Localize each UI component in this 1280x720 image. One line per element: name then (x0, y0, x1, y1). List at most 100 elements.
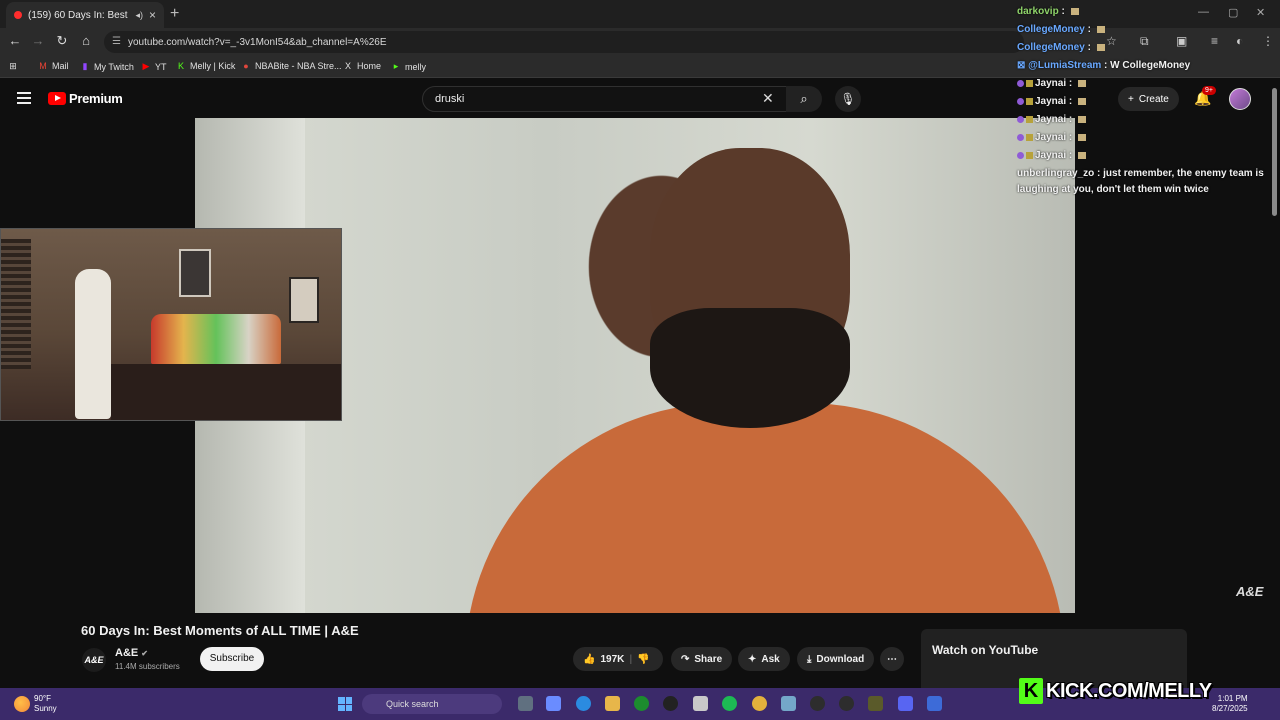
tab-title: (159) 60 Days In: Best Mom (28, 9, 129, 21)
more-actions-button[interactable]: ⋯ (880, 647, 904, 671)
clear-search-icon[interactable]: ✕ (762, 90, 774, 107)
url-text: youtube.com/watch?v=_-3v1MonI54&ab_chann… (128, 36, 387, 48)
desk (111, 364, 341, 420)
chat-message: darkovip : (1017, 6, 1079, 17)
more-icon: ⋯ (887, 653, 897, 665)
maximize-icon[interactable]: ▢ (1228, 6, 1238, 19)
screen: (159) 60 Days In: Best Mom ◂) × + — ▢ ✕ … (0, 0, 1280, 720)
hamburger-menu-icon[interactable] (17, 92, 31, 104)
chat-message: unberlingray_zo : just remember, the ene… (1017, 168, 1264, 195)
app-icon[interactable] (868, 696, 883, 711)
bookmark-nbabite[interactable]: ● NBABite - NBA Stre... (241, 61, 341, 71)
minimize-icon[interactable]: — (1198, 6, 1209, 18)
chat-message: Jaynai : (1017, 114, 1087, 125)
sub-badge-icon (1017, 115, 1024, 123)
media-controls-icon[interactable]: ≡ (1211, 34, 1218, 48)
discord-icon[interactable] (898, 696, 913, 711)
store-icon[interactable] (693, 696, 708, 711)
bookmark-melly-kick[interactable]: K Melly | Kick (176, 61, 235, 71)
emote-icon (1078, 115, 1087, 123)
app-icon[interactable] (781, 696, 796, 711)
xbox-icon[interactable] (634, 696, 649, 711)
profile-icon[interactable]: ◐ (1236, 34, 1243, 48)
page-scrollbar[interactable] (1272, 88, 1277, 216)
taskbar-search[interactable]: Quick search (362, 694, 502, 714)
search-button[interactable]: ⌕ (786, 86, 822, 112)
new-tab-icon[interactable]: + (170, 5, 179, 23)
bookmark-melly[interactable]: ▸ melly (391, 61, 426, 72)
search-input[interactable]: druski (422, 86, 788, 112)
address-bar[interactable]: ☰ youtube.com/watch?v=_-3v1MonI54&ab_cha… (104, 31, 1024, 53)
video-subject-beard (650, 308, 850, 428)
close-window-icon[interactable]: ✕ (1256, 6, 1265, 19)
close-tab-icon[interactable]: × (149, 8, 156, 22)
system-clock[interactable]: 1:01 PM 8/27/2025 (1212, 694, 1248, 714)
channel-name[interactable]: A&E ✔ (115, 647, 148, 659)
copilot-icon[interactable] (546, 696, 561, 711)
windows-start-icon[interactable] (338, 697, 352, 711)
spotify-icon[interactable] (722, 696, 737, 711)
voice-search-button[interactable]: 🎙 (835, 86, 861, 112)
app-icon[interactable] (839, 696, 854, 711)
crown-badge-icon (1026, 115, 1033, 123)
share-button[interactable]: ↷ Share (671, 647, 733, 671)
notification-count-badge: 9+ (1202, 86, 1216, 95)
chrome-icon[interactable] (752, 696, 767, 711)
obs-icon[interactable] (810, 696, 825, 711)
subscribe-button[interactable]: Subscribe (200, 647, 264, 671)
bookmark-home[interactable]: X Home (343, 61, 381, 71)
account-avatar[interactable] (1229, 88, 1251, 110)
emote-icon (1078, 133, 1087, 141)
wall-poster (289, 277, 319, 323)
weather-sun-icon[interactable] (14, 696, 30, 712)
plush-toys (151, 314, 281, 364)
task-view-icon[interactable] (518, 696, 533, 711)
forward-icon[interactable]: → (29, 33, 47, 48)
site-info-icon[interactable]: ☰ (112, 36, 121, 47)
thumbs-up-icon[interactable]: 👍 (583, 654, 595, 665)
bookmark-yt[interactable]: ▶ YT (141, 61, 167, 72)
browser-tab[interactable]: (159) 60 Days In: Best Mom ◂) × (6, 2, 164, 28)
channel-avatar[interactable]: A&E (82, 648, 106, 672)
file-explorer-icon[interactable] (605, 696, 620, 711)
home-icon[interactable]: ⌂ (77, 33, 95, 48)
gmail-icon: M (39, 61, 47, 71)
webcam-overlay (0, 228, 342, 421)
speaker-icon[interactable]: ◂) (135, 10, 143, 21)
subscriber-count: 11.4M subscribers (115, 662, 180, 671)
youtube-logo-icon[interactable] (48, 92, 66, 105)
extensions-icon[interactable]: ⧉ (1140, 34, 1149, 49)
window-blinds (1, 239, 31, 369)
bookmark-my-twitch[interactable]: ▮ My Twitch (80, 61, 134, 72)
download-button[interactable]: ⤓ Download (797, 647, 875, 671)
weather-widget[interactable]: 90°F Sunny (34, 694, 57, 714)
chat-message: ⊠ @LumiaStream : W CollegeMoney (1017, 60, 1191, 71)
create-button[interactable]: + Create (1118, 87, 1179, 111)
thumbs-down-icon[interactable]: 👎 (637, 654, 649, 665)
emote-icon (1096, 25, 1105, 33)
steam-icon[interactable] (663, 696, 678, 711)
crown-badge-icon (1026, 79, 1033, 87)
youtube-brand[interactable]: Premium (69, 91, 123, 106)
apps-grid-icon[interactable]: ⊞ (8, 61, 18, 72)
bookmark-mail[interactable]: M Mail (38, 61, 68, 71)
edge-icon[interactable] (576, 696, 591, 711)
nba-icon: ● (243, 61, 249, 71)
bookmark-star-icon[interactable]: ☆ (1106, 34, 1117, 48)
kick-url-text: KICK.COM/MELLY (1046, 679, 1212, 702)
browser-menu-icon[interactable]: ⋮ (1262, 34, 1274, 48)
split-view-icon[interactable]: ▣ (1176, 34, 1187, 48)
back-icon[interactable]: ← (6, 33, 24, 48)
kick-logo-icon: K (1019, 678, 1043, 704)
rumble-icon: ▸ (393, 61, 399, 71)
plus-icon: + (1128, 93, 1134, 105)
like-dislike-button[interactable]: 👍 197K | 👎 (573, 647, 663, 671)
reload-icon[interactable]: ↻ (53, 33, 71, 49)
ask-button[interactable]: ✦ Ask (738, 647, 790, 671)
sub-badge-icon (1017, 151, 1024, 159)
emote-icon (1078, 79, 1087, 87)
crown-badge-icon (1026, 97, 1033, 105)
emote-icon (1070, 7, 1079, 15)
watch-on-youtube-label: Watch on YouTube (932, 643, 1039, 657)
app-icon[interactable] (927, 696, 942, 711)
